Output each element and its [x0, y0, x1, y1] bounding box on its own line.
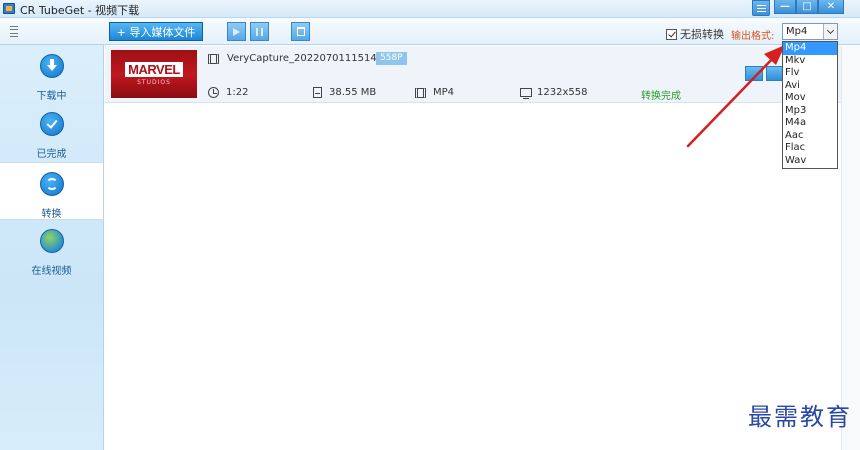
menu-icon	[756, 4, 766, 12]
sidebar-item-label: 已完成	[36, 149, 67, 160]
app-icon	[3, 3, 15, 14]
format-option-mov[interactable]: Mov	[783, 92, 837, 105]
delete-button[interactable]	[291, 22, 310, 41]
output-format-select[interactable]: Mp4	[782, 23, 838, 40]
window-controls: — □ ✕	[752, 0, 844, 16]
file-name: VeryCapture_20220701115140	[227, 53, 384, 64]
download-icon	[40, 54, 64, 78]
convert-icon	[40, 172, 64, 196]
format-option-flac[interactable]: Flac	[783, 142, 837, 155]
format-dropdown-list: Mp4 Mkv Flv Avi Mov Mp3 M4a Aac Flac Wav	[782, 41, 838, 169]
toolbar: + 导入媒体文件 无损转换 输出格式: Mp4	[0, 18, 860, 45]
sidebar: 下载中 已完成 转换 在线视频	[0, 45, 104, 450]
sidebar-item-completed[interactable]: 已完成	[0, 103, 103, 161]
check-icon	[40, 112, 64, 136]
output-format-label: 输出格式:	[731, 31, 775, 42]
sidebar-item-convert[interactable]: 转换	[0, 162, 103, 220]
file-size-icon	[313, 87, 322, 98]
sidebar-item-label: 在线视频	[31, 266, 72, 277]
minimize-button[interactable]: —	[774, 0, 796, 14]
file-format: MP4	[433, 87, 455, 98]
file-resolution: 1232x558	[537, 87, 588, 98]
window-title: CR TubeGet - 视频下载	[20, 4, 140, 17]
file-duration: 1:22	[226, 87, 249, 98]
list-toggle-icon[interactable]	[10, 26, 18, 37]
clock-icon	[208, 87, 219, 98]
menu-button[interactable]	[752, 0, 770, 16]
lossless-checkbox[interactable]	[666, 28, 677, 40]
format-option-wav[interactable]: Wav	[783, 155, 837, 168]
play-file-button[interactable]	[745, 66, 763, 81]
watermark-text: 最需教育	[748, 403, 852, 431]
close-button[interactable]: ✕	[818, 0, 844, 14]
play-icon	[233, 27, 240, 36]
globe-icon	[40, 229, 64, 253]
sidebar-item-label: 下载中	[36, 91, 67, 102]
format-icon	[415, 88, 426, 98]
lossless-toggle[interactable]: 无损转换	[666, 26, 724, 42]
format-option-mp4[interactable]: Mp4	[783, 42, 837, 55]
sidebar-item-downloading[interactable]: 下载中	[0, 45, 103, 103]
film-icon	[208, 54, 219, 64]
lossless-label: 无损转换	[680, 28, 724, 41]
quality-badge: 558P	[376, 52, 407, 65]
pause-button[interactable]	[250, 22, 269, 41]
format-option-mp3[interactable]: Mp3	[783, 105, 837, 118]
title-bar: CR TubeGet - 视频下载 — □ ✕	[0, 0, 860, 18]
format-option-mkv[interactable]: Mkv	[783, 55, 837, 68]
thumbnail-logo: MARVEL	[125, 62, 183, 77]
pause-icon	[256, 27, 263, 36]
vertical-scrollbar[interactable]	[841, 46, 860, 450]
trash-icon	[296, 27, 305, 36]
file-size: 38.55 MB	[329, 87, 377, 98]
format-option-avi[interactable]: Avi	[783, 80, 837, 93]
sidebar-item-label: 转换	[41, 209, 62, 220]
import-media-button[interactable]: + 导入媒体文件	[109, 22, 203, 41]
format-option-flv[interactable]: Flv	[783, 67, 837, 80]
table-row[interactable]: MARVEL STUDIOS VeryCapture_2022070111514…	[105, 46, 841, 103]
sidebar-item-online-video[interactable]: 在线视频	[0, 220, 103, 278]
format-option-m4a[interactable]: M4a	[783, 117, 837, 130]
maximize-button[interactable]: □	[796, 0, 818, 14]
resolution-icon	[520, 88, 532, 99]
video-thumbnail: MARVEL STUDIOS	[111, 50, 197, 98]
start-button[interactable]	[227, 22, 246, 41]
format-option-aac[interactable]: Aac	[783, 130, 837, 143]
thumbnail-subtitle: STUDIOS	[137, 79, 171, 86]
output-format-value: Mp4	[786, 26, 808, 37]
status-badge: 转换完成	[641, 91, 681, 102]
chevron-down-icon[interactable]	[823, 24, 837, 39]
